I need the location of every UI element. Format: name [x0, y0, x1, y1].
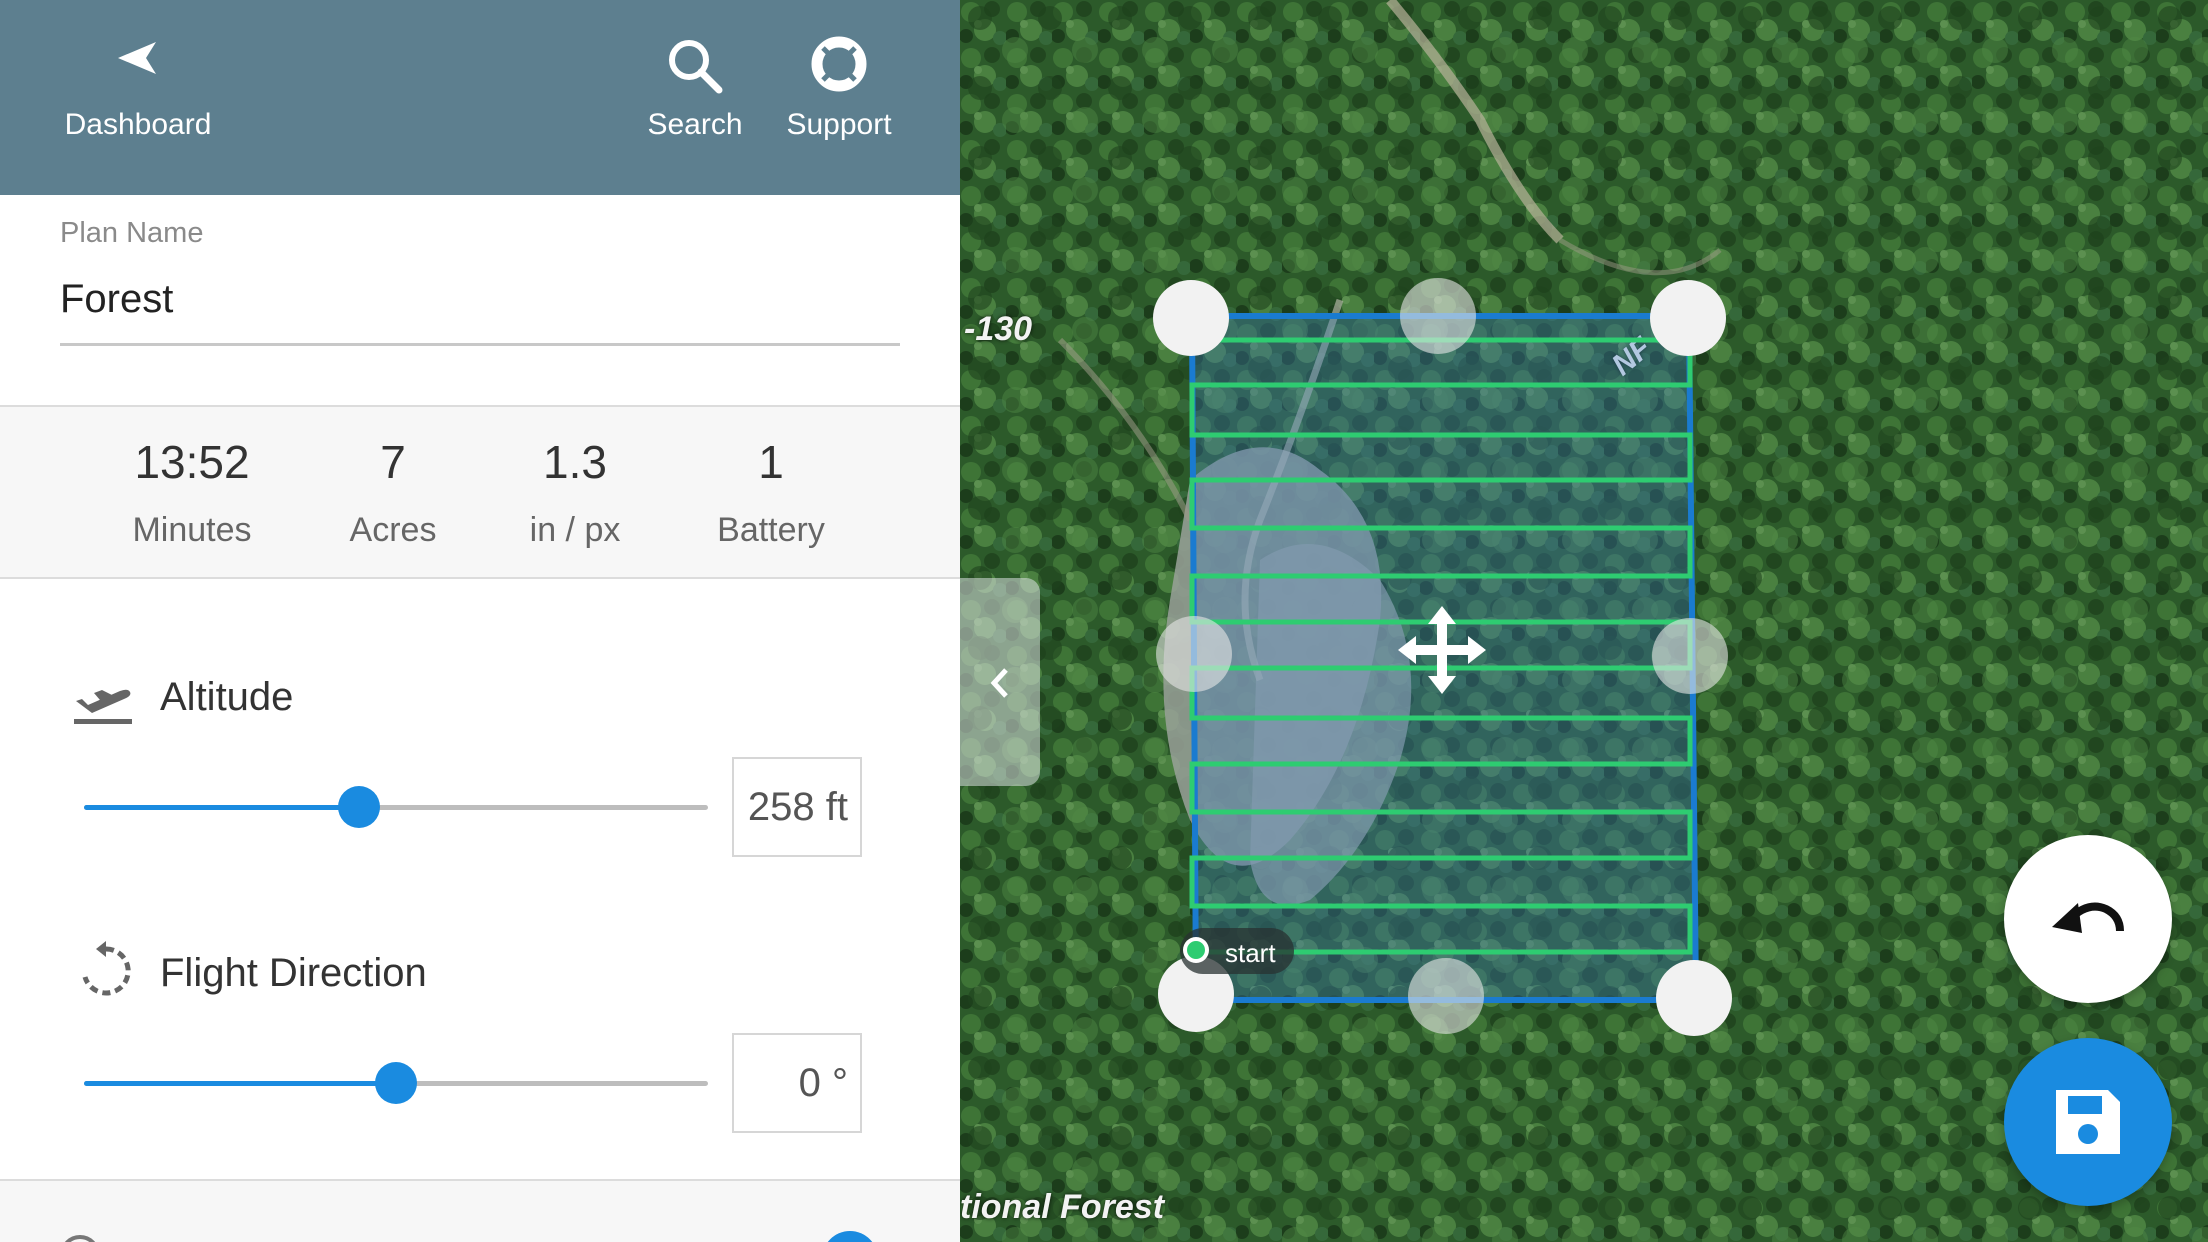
- corner-handle: [1650, 280, 1726, 356]
- flight-direction-slider[interactable]: [84, 1062, 708, 1104]
- corner-handle: [1656, 960, 1732, 1036]
- toggle-thumb[interactable]: [822, 1231, 878, 1242]
- midpoint-handle: [1156, 616, 1232, 692]
- flight-direction-label: Flight Direction: [160, 951, 427, 995]
- flight-direction-value: 0 °: [798, 1061, 848, 1105]
- back-arrow-icon: [118, 42, 156, 74]
- search-label: Search: [647, 108, 743, 141]
- stat-battery: 1 Battery: [671, 435, 871, 550]
- altitude-slider[interactable]: [84, 786, 708, 828]
- flight-direction-slider-thumb[interactable]: [375, 1062, 417, 1104]
- plan-stats: 13:52 Minutes 7 Acres 1.3 in / px 1 Batt…: [0, 407, 960, 579]
- stat-unit: Battery: [717, 511, 825, 549]
- dashboard-label: Dashboard: [64, 108, 212, 141]
- undo-icon: [2052, 902, 2124, 933]
- stat-unit: in / px: [529, 511, 621, 549]
- search-icon: [669, 40, 723, 94]
- rotate-icon: [82, 941, 131, 996]
- flight-settings: Altitude 258 ft Flight Direction 0 °: [0, 579, 960, 1181]
- start-label: start: [1225, 938, 1276, 968]
- altitude-label: Altitude: [160, 675, 294, 719]
- midpoint-handle: [1400, 278, 1476, 354]
- stat-acres: 7 Acres: [293, 435, 493, 550]
- altitude-input[interactable]: 258 ft: [732, 757, 862, 857]
- flight-plan-overlay: [1153, 278, 1732, 1036]
- app-header: Dashboard Search Support: [0, 0, 960, 195]
- chevron-left-icon: [990, 668, 1008, 698]
- stat-unit: Minutes: [132, 511, 252, 549]
- support-label: Support: [786, 108, 892, 141]
- undo-button[interactable]: [2004, 835, 2172, 1003]
- corner-handle: [1153, 280, 1229, 356]
- midpoint-handle: [1652, 618, 1728, 694]
- plan-settings-panel: Dashboard Search Support Plan Name Fores…: [0, 0, 960, 1242]
- start-dot: [1187, 941, 1205, 959]
- dashboard-button[interactable]: Dashboard: [40, 0, 236, 195]
- altitude-slider-thumb[interactable]: [337, 786, 380, 828]
- input-underline: [60, 343, 900, 346]
- stat-value: 13:52: [134, 436, 250, 488]
- save-icon: [2056, 1090, 2120, 1154]
- setting-icon: [60, 1235, 100, 1242]
- stat-minutes: 13:52 Minutes: [92, 435, 292, 550]
- altitude-value: 258 ft: [747, 785, 848, 829]
- flight-direction-slider-fill: [84, 1081, 396, 1086]
- save-button[interactable]: [2004, 1038, 2172, 1206]
- plan-name-field[interactable]: Plan Name Forest: [0, 195, 960, 407]
- stat-value: 7: [380, 436, 406, 488]
- stat-value: 1: [758, 436, 784, 488]
- altitude-slider-fill: [84, 805, 359, 810]
- plan-name-input[interactable]: Forest: [60, 277, 173, 322]
- collapse-panel-button[interactable]: [960, 578, 1040, 786]
- midpoint-handle: [1408, 958, 1484, 1034]
- flight-direction-input[interactable]: 0 °: [732, 1033, 862, 1133]
- stat-unit: Acres: [349, 511, 437, 549]
- takeoff-icon: [74, 689, 132, 724]
- plan-name-label: Plan Name: [60, 217, 204, 249]
- support-button[interactable]: Support: [772, 0, 906, 195]
- next-setting-row: [0, 1181, 960, 1242]
- search-button[interactable]: Search: [630, 0, 760, 195]
- stat-resolution: 1.3 in / px: [475, 435, 675, 550]
- stat-value: 1.3: [543, 436, 607, 488]
- satellite-map[interactable]: -130 NF tional Forest: [960, 0, 2208, 1242]
- lifebuoy-icon: [811, 36, 867, 92]
